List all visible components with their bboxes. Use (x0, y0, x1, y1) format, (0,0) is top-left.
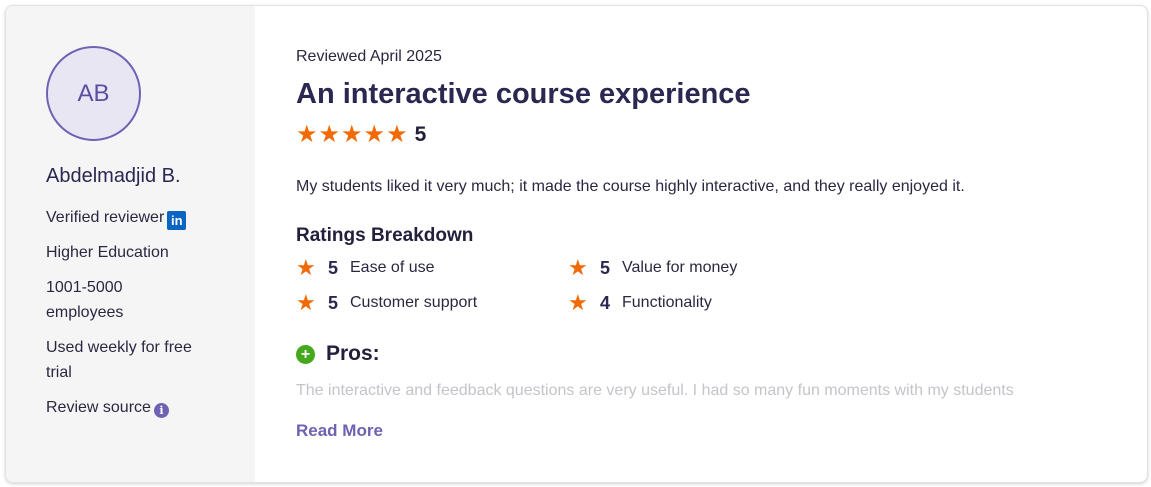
plus-circle-icon: + (296, 344, 315, 364)
breakdown-title: Ratings Breakdown (296, 225, 474, 246)
breakdown-label: Functionality (622, 294, 712, 311)
star-icon: ★ (296, 290, 316, 315)
reviewer-name: Abdelmadjid B. (46, 165, 181, 187)
breakdown-item-customer-support: ★ 5 Customer support (296, 290, 477, 316)
avatar: AB (46, 46, 141, 141)
reviewer-usage: Used weekly for free trial (46, 339, 192, 381)
avatar-initials: AB (77, 79, 110, 107)
breakdown-value: 5 (328, 292, 339, 313)
star-icon: ★ (318, 121, 341, 148)
pros-heading: + Pros: (296, 342, 380, 366)
breakdown-value: 5 (328, 257, 339, 278)
verified-reviewer: Verified reviewer in (46, 205, 187, 230)
star-icon: ★ (296, 255, 316, 280)
review-content: Reviewed April 2025 An interactive cours… (296, 6, 1147, 482)
review-title: An interactive course experience (296, 78, 751, 110)
linkedin-icon[interactable]: in (167, 211, 187, 230)
breakdown-item-value-for-money: ★ 5 Value for money (568, 255, 737, 281)
reviewer-company-size: 1001-5000 employees (46, 279, 124, 321)
review-source[interactable]: Review source i (46, 395, 169, 420)
overall-rating-value: 5 (414, 123, 427, 146)
review-card: AB Abdelmadjid B. Verified reviewer in Hi… (5, 5, 1148, 483)
star-icon: ★ (296, 121, 318, 148)
breakdown-item-ease-of-use: ★ 5 Ease of use (296, 255, 435, 281)
star-icon: ★ (341, 121, 363, 148)
breakdown-item-functionality: ★ 4 Functionality (568, 290, 712, 316)
breakdown-label: Customer support (350, 294, 478, 311)
breakdown-value: 4 (600, 292, 611, 313)
info-icon[interactable]: i (153, 403, 169, 418)
reviewer-industry: Higher Education (46, 244, 169, 261)
review-source-label: Review source (46, 399, 151, 416)
review-body: My students liked it very much; it made … (296, 178, 965, 195)
star-icon: ★ (568, 255, 588, 280)
reviewer-panel: AB Abdelmadjid B. Verified reviewer in Hi… (6, 6, 255, 482)
verified-label: Verified reviewer (46, 209, 165, 226)
star-icon: ★ (386, 121, 408, 148)
pros-text: The interactive and feedback questions a… (296, 382, 1014, 399)
breakdown-label: Ease of use (350, 259, 435, 276)
read-more-link[interactable]: Read More (296, 421, 383, 441)
review-date: Reviewed April 2025 (296, 48, 442, 65)
breakdown-label: Value for money (622, 259, 738, 276)
star-icon: ★ (363, 121, 386, 148)
pros-label: Pros: (326, 342, 380, 365)
star-icon: ★ (568, 290, 588, 315)
overall-rating: ★ ★ ★ ★ ★ 5 (296, 123, 426, 147)
breakdown-value: 5 (600, 257, 611, 278)
